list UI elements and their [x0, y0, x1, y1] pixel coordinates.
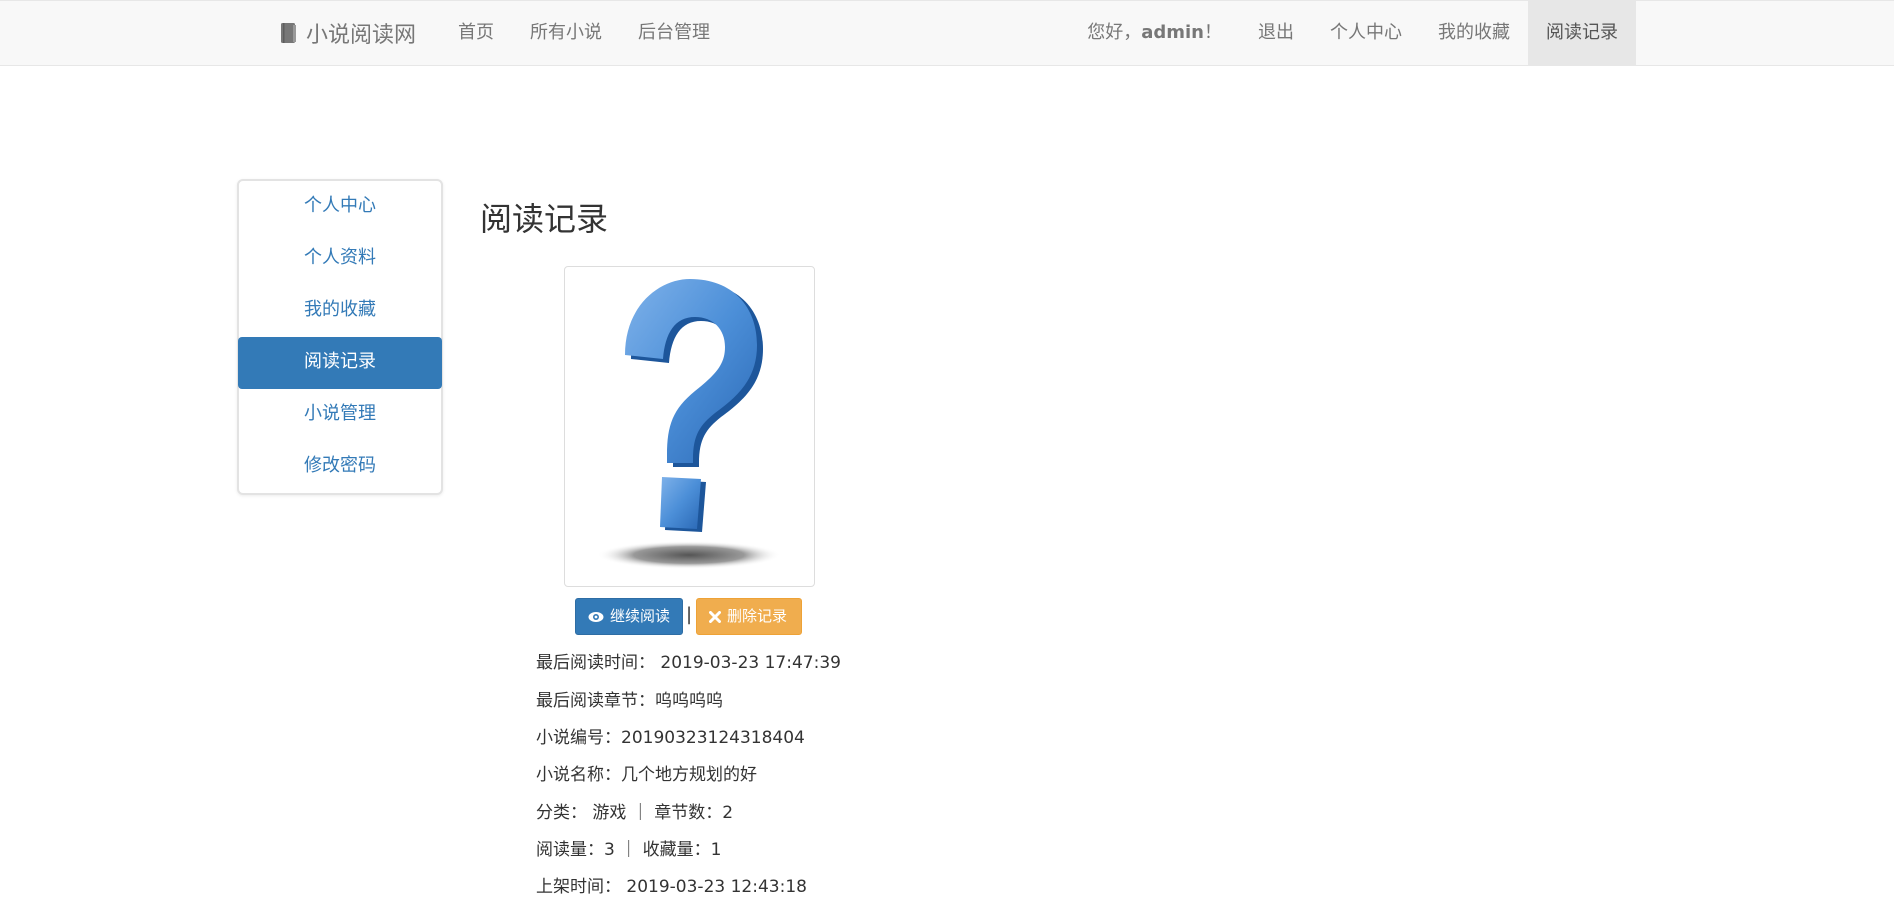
button-separator: | [686, 604, 693, 625]
nav-logout[interactable]: 退出 [1240, 1, 1312, 65]
novel-name: 小说名称：几个地方规划的好 [536, 765, 757, 785]
greeting-suffix: ！ [1204, 22, 1222, 43]
nav-profile[interactable]: 个人中心 [1312, 1, 1420, 65]
sidebar-item-reading-history[interactable]: 阅读记录 [238, 337, 442, 389]
delete-record-button[interactable]: 删除记录 [696, 598, 802, 635]
book-icon [280, 22, 298, 44]
novel-id: 小说编号：20190323124318404 [536, 728, 805, 748]
nav-favorites[interactable]: 我的收藏 [1420, 1, 1528, 65]
brand-link[interactable]: 小说阅读网 [280, 1, 416, 65]
username: admin [1141, 22, 1204, 43]
publish-time: 上架时间： 2019-03-23 12:43:18 [536, 877, 807, 897]
eye-icon [588, 611, 604, 622]
sidebar-item-change-password[interactable]: 修改密码 [239, 441, 441, 493]
nav-admin[interactable]: 后台管理 [620, 1, 728, 65]
last-read-time: 最后阅读时间： 2019-03-23 17:47:39 [536, 653, 841, 673]
close-icon [709, 610, 721, 623]
question-mark-icon [597, 279, 781, 569]
nav-left: 首页 所有小说 后台管理 [440, 1, 728, 65]
nav-all-novels[interactable]: 所有小说 [512, 1, 620, 65]
user-greeting: 您好，admin！ [1069, 1, 1240, 65]
top-navbar: 小说阅读网 首页 所有小说 后台管理 您好，admin！ 退出 个人中心 我的收… [0, 0, 1894, 66]
category-chapters: 分类： 游戏 ｜ 章节数：2 [536, 803, 734, 823]
nav-right: 您好，admin！ 退出 个人中心 我的收藏 阅读记录 [1069, 1, 1636, 65]
last-read-chapter: 最后阅读章节：呜呜呜呜 [536, 691, 723, 711]
sidebar-item-personal-center[interactable]: 个人中心 [239, 181, 441, 233]
reads-favorites: 阅读量：3 ｜ 收藏量：1 [536, 840, 722, 860]
sidebar-item-profile[interactable]: 个人资料 [239, 233, 441, 285]
nav-reading-history[interactable]: 阅读记录 [1528, 1, 1636, 65]
sidebar-item-favorites[interactable]: 我的收藏 [239, 285, 441, 337]
continue-reading-label: 继续阅读 [609, 607, 670, 625]
page-title: 阅读记录 [480, 200, 609, 238]
sidebar-item-novel-management[interactable]: 小说管理 [239, 389, 441, 441]
novel-cover-image[interactable] [564, 266, 815, 587]
delete-record-label: 删除记录 [727, 607, 788, 625]
sidebar-menu: 个人中心 个人资料 我的收藏 阅读记录 小说管理 修改密码 [237, 179, 443, 495]
nav-home[interactable]: 首页 [440, 1, 512, 65]
continue-reading-button[interactable]: 继续阅读 [575, 598, 683, 635]
greeting-prefix: 您好， [1087, 22, 1142, 43]
brand-name: 小说阅读网 [306, 23, 417, 48]
